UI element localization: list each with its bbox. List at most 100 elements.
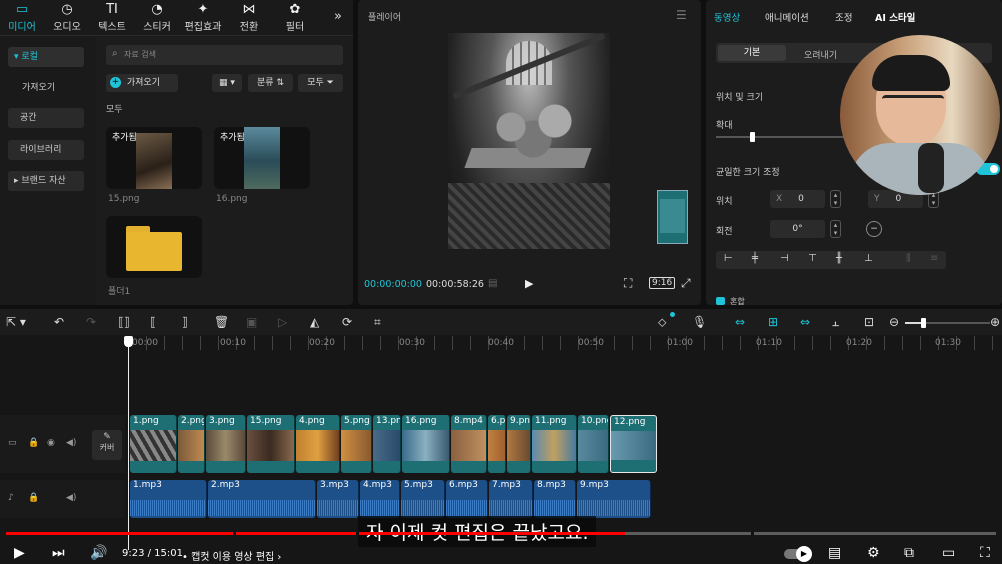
magnet-icon[interactable]: ⊞: [768, 315, 778, 329]
align-center-h-icon[interactable]: ╪: [752, 253, 758, 264]
video-clip-selected[interactable]: 12.png: [610, 415, 657, 473]
sidebar-item-space[interactable]: 공간: [8, 108, 84, 128]
video-clip[interactable]: 13.pn: [373, 415, 401, 473]
audio-clip[interactable]: 9.mp3: [577, 480, 651, 518]
audio-clip[interactable]: 4.mp3: [360, 480, 400, 518]
play-clip-icon[interactable]: ▷: [278, 315, 287, 329]
yt-autoplay-toggle[interactable]: ▶: [784, 546, 812, 562]
position-x-field[interactable]: X0: [770, 190, 825, 208]
video-clip[interactable]: 1.png: [130, 415, 177, 473]
align-left-icon[interactable]: ⊢: [724, 253, 733, 264]
scale-slider-handle[interactable]: [750, 132, 755, 142]
yt-theater-icon[interactable]: ▭: [942, 545, 955, 561]
mirror-icon[interactable]: ◭: [310, 315, 319, 329]
video-clip[interactable]: 9.pn: [507, 415, 531, 473]
video-clip[interactable]: 8.mp4: [451, 415, 487, 473]
video-clip[interactable]: 2.png: [178, 415, 205, 473]
playhead-line[interactable]: [128, 340, 129, 550]
link-clips-icon[interactable]: ⇔: [800, 315, 810, 329]
audio-clip[interactable]: 8.mp3: [534, 480, 576, 518]
zoom-slider-handle[interactable]: [921, 318, 926, 328]
tab-media[interactable]: ▭ 미디어: [0, 2, 44, 33]
crop-icon[interactable]: ⌗: [374, 315, 381, 330]
distribute-v-icon[interactable]: ≡: [930, 253, 938, 264]
align-bottom-icon[interactable]: ⊥: [864, 253, 873, 264]
align-center-v-icon[interactable]: ╫: [836, 253, 842, 264]
preview-axis-icon[interactable]: ⊡: [864, 315, 874, 329]
delete-icon[interactable]: 🗑: [214, 315, 229, 329]
split-icon[interactable]: ⟦⟧: [118, 315, 130, 329]
zoom-in-icon[interactable]: ⊕: [990, 315, 1000, 329]
audio-clip[interactable]: 2.mp3: [208, 480, 316, 518]
record-mic-icon[interactable]: 🎙: [692, 315, 707, 329]
media-thumb-15[interactable]: 추가됨: [106, 127, 202, 189]
yt-play-icon[interactable]: ▶: [14, 545, 25, 561]
subtab-cutout[interactable]: 오려내기: [804, 48, 837, 61]
tab-adjust[interactable]: 조정: [835, 10, 852, 24]
tab-video[interactable]: 동영상: [714, 10, 740, 24]
subtab-basic[interactable]: 기본: [718, 45, 786, 61]
undo-icon[interactable]: ↶: [54, 315, 64, 329]
rotate-knob-icon[interactable]: −: [866, 221, 882, 237]
video-clip[interactable]: 11.png: [532, 415, 577, 473]
zoom-out-icon[interactable]: ⊖: [889, 315, 899, 329]
video-clip[interactable]: 6.p: [488, 415, 506, 473]
link-main-track-icon[interactable]: ⇔: [735, 315, 745, 329]
search-input[interactable]: ⌕ 자료 검색: [106, 45, 343, 65]
rotate-icon[interactable]: ⟳: [342, 315, 352, 329]
tab-filter[interactable]: ✿ 필터: [273, 2, 317, 33]
fit-screen-icon[interactable]: ⛶: [624, 276, 632, 291]
blend-checkbox[interactable]: [716, 297, 725, 305]
audio-clip[interactable]: 5.mp3: [401, 480, 445, 518]
view-toggle-button[interactable]: ▦ ▾: [212, 74, 242, 92]
media-thumb-16[interactable]: 추가됨: [214, 127, 310, 189]
rotate-stepper-icon[interactable]: ▴ ▾: [830, 220, 841, 238]
distribute-h-icon[interactable]: ⫼: [906, 253, 911, 264]
tab-animation[interactable]: 애니메이션: [765, 10, 809, 24]
sidebar-item-local[interactable]: ▾ 로컬: [8, 47, 84, 67]
cover-button[interactable]: ✎ 커버: [92, 430, 122, 460]
fullscreen-icon[interactable]: ⤢: [681, 276, 691, 291]
select-tool-icon[interactable]: ⇱ ▾: [6, 315, 26, 329]
yt-miniplayer-icon[interactable]: ⧉: [904, 545, 914, 561]
playhead-handle[interactable]: [124, 336, 133, 347]
yt-next-icon[interactable]: ⏭: [52, 545, 65, 561]
tab-transition[interactable]: ⋈ 전환: [227, 2, 271, 33]
split-screen-icon[interactable]: ⫠: [832, 315, 839, 330]
rotate-field[interactable]: 0°: [770, 220, 825, 238]
eye-icon[interactable]: ◉: [47, 438, 55, 448]
audio-clip[interactable]: 3.mp3: [317, 480, 359, 518]
play-icon[interactable]: ▶: [525, 277, 533, 290]
video-clip[interactable]: 15.png: [247, 415, 295, 473]
freeze-icon[interactable]: ▣: [246, 315, 257, 329]
video-clip[interactable]: 10.png: [578, 415, 609, 473]
more-tabs-icon[interactable]: »: [334, 9, 342, 24]
tab-sticker[interactable]: ◔ 스티커: [135, 2, 179, 33]
audio-lock-icon[interactable]: 🔒: [28, 493, 39, 503]
yt-chapter[interactable]: • 캡컷 이용 영상 편집 ›: [182, 548, 281, 563]
tab-audio[interactable]: ◷ 오디오: [45, 2, 89, 33]
sidebar-item-import[interactable]: 가져오기: [8, 78, 84, 98]
import-button[interactable]: + 가져오기: [106, 74, 178, 92]
audio-volume-icon[interactable]: ◀): [66, 493, 76, 503]
menu-icon[interactable]: ☰: [676, 8, 687, 22]
sidebar-item-library[interactable]: 라이브러리: [8, 140, 84, 160]
lock-icon[interactable]: 🔒: [28, 438, 39, 448]
tab-ai-style[interactable]: AI 스타일: [875, 10, 915, 24]
folder-item[interactable]: [106, 216, 202, 278]
video-clip[interactable]: 5.png: [341, 415, 372, 473]
tab-effects[interactable]: ✦ 편집효과: [181, 2, 225, 33]
video-clip[interactable]: 3.png: [206, 415, 246, 473]
split-right-icon[interactable]: ⟧: [182, 315, 188, 329]
magic-icon[interactable]: ⬦: [658, 315, 666, 330]
yt-fullscreen-icon[interactable]: ⛶: [980, 545, 990, 561]
video-clip[interactable]: 4.png: [296, 415, 340, 473]
align-top-icon[interactable]: ⊤: [808, 253, 817, 264]
volume-icon[interactable]: ◀): [66, 438, 76, 448]
tab-text[interactable]: TI 텍스트: [90, 2, 134, 33]
sidebar-item-brand[interactable]: ▸ 브랜드 자산: [8, 171, 84, 191]
timeline-grid-icon[interactable]: ▤: [488, 278, 497, 289]
redo-icon[interactable]: ↷: [86, 315, 96, 329]
zoom-slider[interactable]: [905, 318, 990, 328]
audio-clip[interactable]: 1.mp3: [130, 480, 207, 518]
